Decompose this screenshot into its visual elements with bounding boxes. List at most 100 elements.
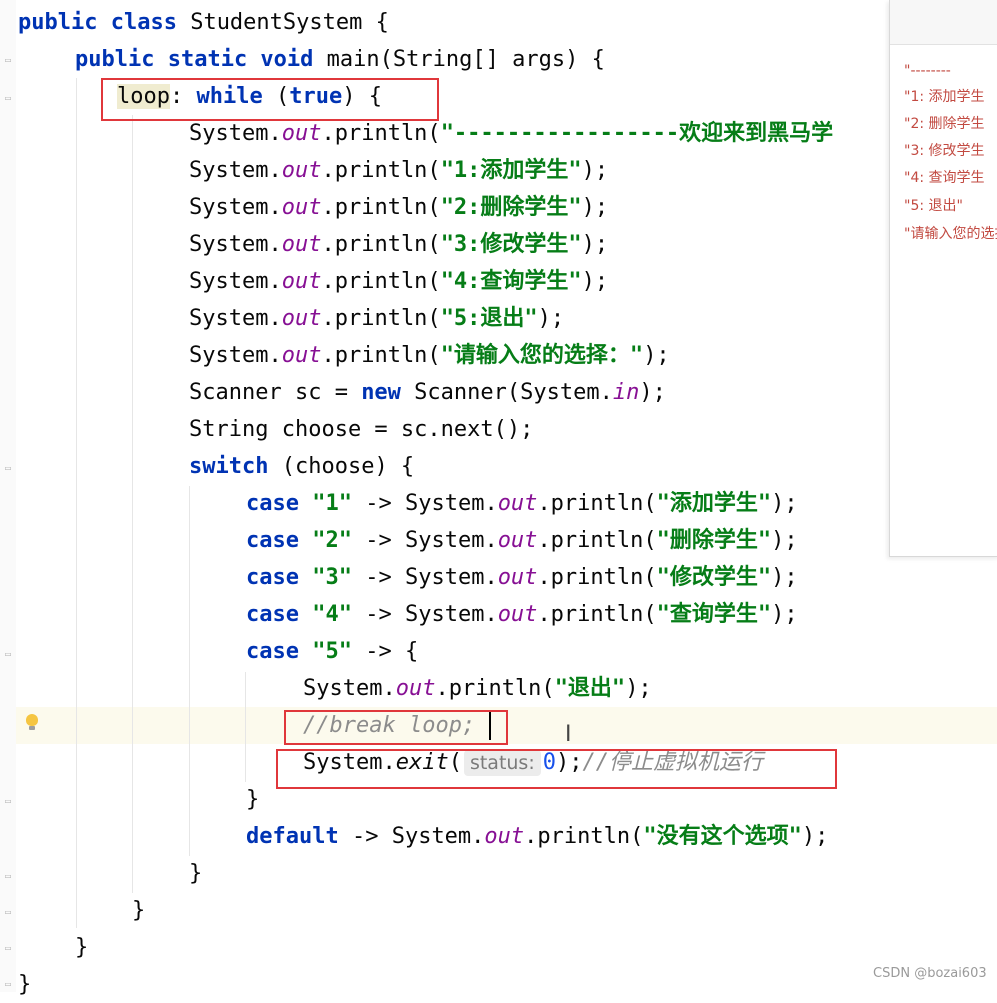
code-line[interactable]: case "2" -> System.out.println("删除学生"); [246, 522, 798, 559]
fold-marker-icon[interactable]: ▭ [3, 978, 13, 991]
string-literal: "4:查询学生" [440, 269, 582, 294]
string-literal: "4" [312, 602, 352, 627]
code-text: ); [581, 232, 609, 257]
code-text: .println( [435, 676, 555, 701]
code-line[interactable]: case "1" -> System.out.println("添加学生"); [246, 485, 798, 522]
string-literal: "添加学生" [656, 491, 772, 516]
fold-marker-icon[interactable]: ▭ [3, 906, 13, 919]
code-text: (choose) { [268, 454, 415, 479]
annotation-box-exit [276, 749, 837, 789]
code-text: .println( [321, 269, 441, 294]
popup-line: "3: 修改学生 [904, 143, 985, 159]
string-literal: "5:退出" [440, 306, 538, 331]
code-line[interactable]: String choose = sc.next(); [189, 411, 533, 448]
annotation-box-loop [101, 78, 439, 121]
code-text: .println( [524, 824, 644, 849]
annotation-box-break [284, 710, 508, 745]
code-line[interactable]: System.out.println("2:删除学生"); [189, 189, 608, 226]
string-literal: "1:添加学生" [440, 158, 582, 183]
fold-marker-icon[interactable]: ▭ [3, 462, 13, 475]
code-line[interactable]: case "4" -> System.out.println("查询学生"); [246, 596, 798, 633]
code-line[interactable]: default -> System.out.println("没有这个选项"); [246, 818, 828, 855]
code-line[interactable]: case "3" -> System.out.println("修改学生"); [246, 559, 798, 596]
code-text: System. [189, 232, 282, 257]
popup-line: "-------- [904, 63, 951, 79]
fold-marker-icon[interactable]: ▭ [3, 648, 13, 661]
code-line[interactable]: switch (choose) { [189, 448, 414, 485]
code-text: ); [771, 602, 798, 627]
code-text: .println( [537, 602, 657, 627]
code-text: .println( [321, 343, 441, 368]
string-literal: "没有这个选项" [643, 824, 802, 849]
indent-guide [76, 78, 77, 928]
code-text: .println( [321, 306, 441, 331]
code-text: Scanner(System. [400, 380, 613, 405]
code-text: .println( [537, 528, 657, 553]
code-text: -> [338, 824, 392, 849]
code-line[interactable]: System.out.println("3:修改学生"); [189, 226, 608, 263]
code-text: -> { [351, 639, 419, 664]
code-line[interactable]: System.out.println("1:添加学生"); [189, 152, 608, 189]
code-text: .println( [537, 565, 657, 590]
code-text: -> [351, 565, 405, 590]
code-line[interactable]: System.out.println("4:查询学生"); [189, 263, 608, 300]
popup-line: "2: 删除学生 [904, 116, 985, 132]
keyword: case [246, 491, 299, 516]
code-text: ); [581, 158, 609, 183]
code-text: .println( [321, 195, 441, 220]
code-text: ); [537, 306, 565, 331]
string-literal: "请输入您的选择：" [440, 343, 644, 368]
field-out: out [497, 491, 538, 516]
field-out: out [281, 306, 322, 331]
code-line[interactable]: } [189, 855, 202, 892]
indent-guide [189, 486, 190, 856]
indent-guide [132, 115, 133, 893]
code-line[interactable]: case "5" -> { [246, 633, 418, 670]
code-text: ); [581, 195, 609, 220]
code-text: .println( [321, 232, 441, 257]
lightbulb-icon[interactable] [26, 714, 38, 730]
code-text: System. [189, 306, 282, 331]
code-text: ); [625, 676, 652, 701]
field-out: out [281, 158, 322, 183]
code-line[interactable]: System.out.println("请输入您的选择："); [189, 337, 670, 374]
code-text: System. [404, 528, 498, 553]
code-editor[interactable]: ▭ ▭ ▭ ▭ ▭ ▭ ▭ ▭ ▭ public class StudentSy… [0, 0, 997, 997]
fold-marker-icon[interactable]: ▭ [3, 942, 13, 955]
code-text: ); [801, 824, 829, 849]
keyword: case [246, 528, 299, 553]
string-literal: "修改学生" [656, 565, 772, 590]
field-out: out [281, 121, 322, 146]
code-line[interactable]: System.out.println("5:退出"); [189, 300, 564, 337]
fold-marker-icon[interactable]: ▭ [3, 92, 13, 105]
field-out: out [281, 232, 322, 257]
code-text: -> [351, 528, 405, 553]
keyword: case [246, 602, 299, 627]
code-line[interactable]: } [18, 966, 31, 1003]
popup-line: "请输入您的选择 [904, 226, 997, 242]
keyword: switch [189, 454, 269, 479]
keyword: public static void [75, 47, 314, 72]
code-text: System. [391, 824, 485, 849]
code-text: System. [404, 602, 498, 627]
code-line[interactable]: System.out.println("退出"); [303, 670, 652, 707]
string-literal: "3" [312, 565, 352, 590]
popup-line: "4: 查询学生 [904, 170, 985, 186]
code-line[interactable]: public class StudentSystem { [18, 4, 389, 41]
code-line[interactable]: } [132, 892, 145, 929]
code-text: ); [771, 528, 798, 553]
fold-marker-icon[interactable]: ▭ [3, 54, 13, 67]
fold-marker-icon[interactable]: ▭ [3, 870, 13, 883]
code-line[interactable]: Scanner sc = new Scanner(System.in); [189, 374, 666, 411]
watermark: CSDN @bozai603 [873, 966, 987, 981]
fold-marker-icon[interactable]: ▭ [3, 795, 13, 808]
code-line[interactable]: } [246, 781, 259, 818]
code-text: -> [351, 602, 405, 627]
popup-line: "5: 退出" [904, 198, 963, 214]
code-line[interactable]: } [75, 929, 88, 966]
keyword: new [361, 380, 401, 405]
code-text: .println( [537, 491, 657, 516]
popup-header [890, 0, 997, 45]
code-line[interactable]: public static void main(String[] args) { [75, 41, 605, 78]
field-out: out [497, 602, 538, 627]
